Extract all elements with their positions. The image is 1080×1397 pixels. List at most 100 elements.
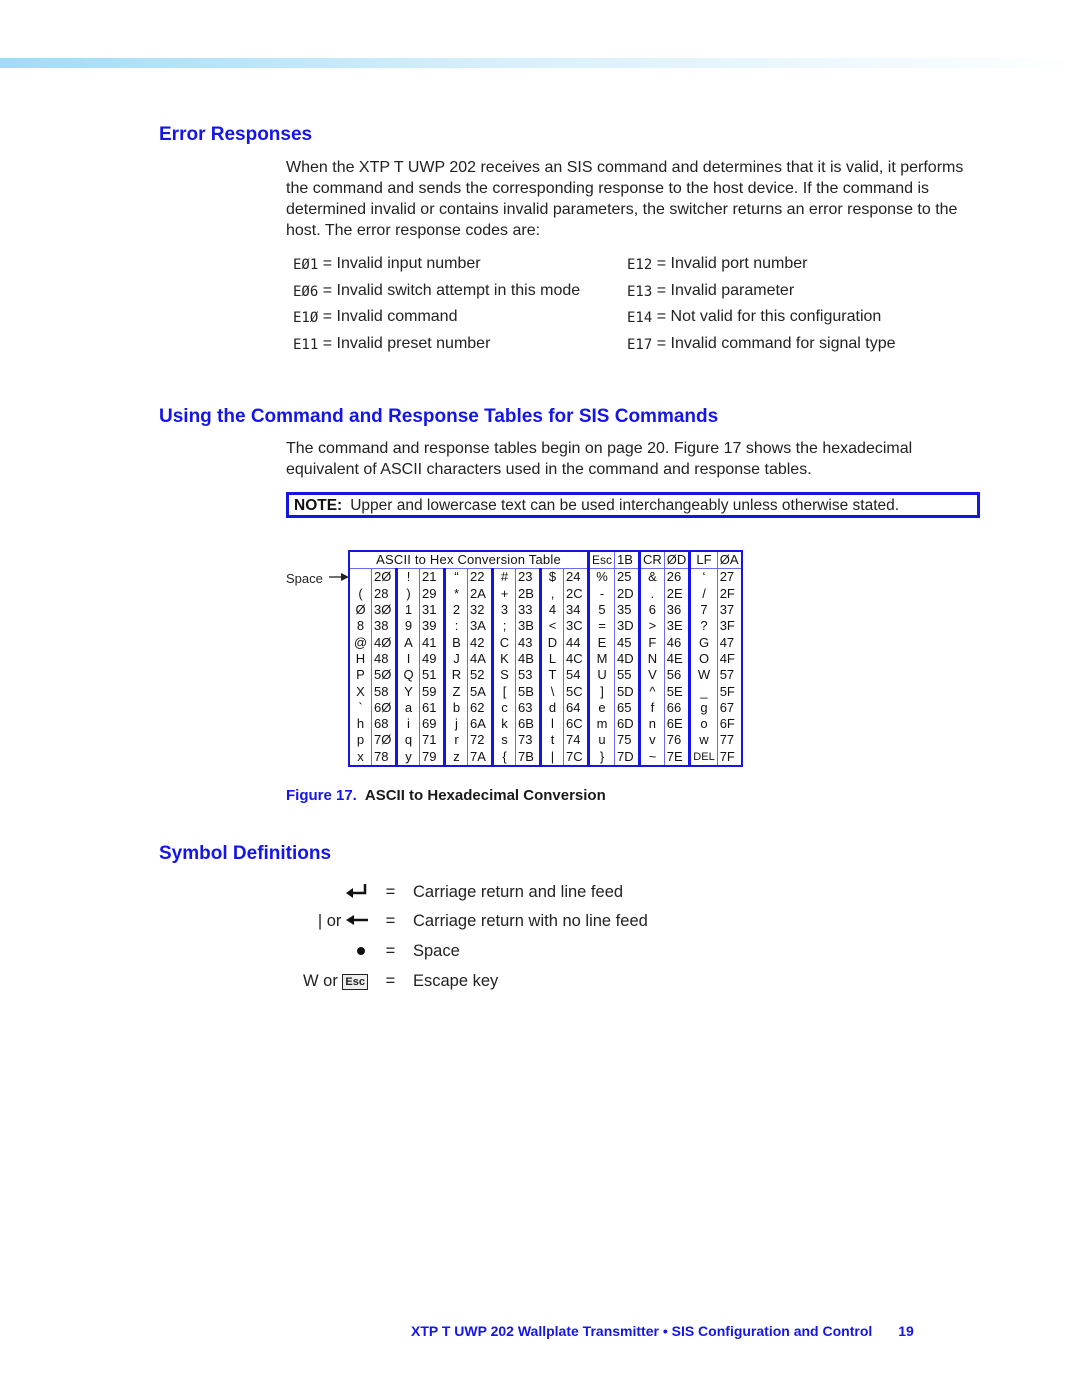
ascii-char-cell: k [491,715,516,733]
note-text: Upper and lowercase text can be used int… [350,497,900,514]
error-code: E17 [627,337,653,354]
ascii-char-cell: N [638,650,665,668]
error-code: E1Ø [293,310,319,327]
hex-value-cell: 2C [563,585,589,602]
ascii-char-cell: s [491,732,516,749]
ascii-char-cell: ~ [638,748,665,766]
ascii-char-cell: m [586,715,615,733]
hex-value-cell: 3C [563,618,589,635]
ascii-char-cell: ` [358,699,363,715]
ascii-char-cell: h [356,716,365,732]
hex-value-cell: 43 [515,634,541,651]
hex-value-cell: 7A [467,748,493,766]
hex-value-cell: 56 [663,667,690,684]
ascii-char-cell: CR [638,551,665,570]
symbol-desc: Carriage return with no line feed [413,912,648,930]
ascii-char-cell: ) [395,585,420,602]
ascii-table-title: ASCII to Hex Conversion Table [349,551,590,570]
hex-value-cell: 6C [563,715,589,733]
ascii-char-cell: \ [539,683,564,700]
hex-value-cell: 7Ø [371,732,397,749]
ascii-char-cell: 3 [491,601,516,619]
hex-value-cell: 6D [614,715,640,733]
ascii-char-cell: d [539,699,564,716]
error-code-row: EØ1 = Invalid input number E12 = Invalid … [293,255,973,282]
hex-value-cell: 5D [614,683,640,700]
error-code-item: EØ1 = Invalid input number [293,255,627,282]
ascii-char-cell: D [539,634,564,651]
ascii-char-cell: i [395,715,420,733]
error-responses-intro: When the XTP T UWP 202 receives an SIS c… [286,159,964,239]
hex-value-cell: 37 [716,601,742,619]
hex-value-cell: ØD [663,551,690,570]
ascii-char-cell: B [443,634,468,651]
ascii-char-cell: / [688,585,718,602]
hex-value-cell: 62 [467,699,493,716]
error-code: EØ1 [293,257,319,273]
hex-value-cell: 78 [371,748,397,766]
note-box: NOTE: Upper and lowercase text can be use… [286,492,980,518]
space-dot-icon [280,942,368,971]
hex-value-cell: 41 [419,634,445,651]
error-description: = Invalid preset number [318,335,491,353]
hex-value-cell: 35 [614,601,640,619]
hex-value-cell: 2B [515,585,541,602]
hex-value-cell: 4D [614,650,640,668]
hex-value-cell: 47 [716,634,742,651]
ascii-char-cell: , [539,585,564,602]
ascii-char-cell: $ [539,568,564,586]
error-code: E12 [627,257,653,273]
ascii-char-cell: @ [353,634,368,650]
ascii-table-row: Ø 3Ø 1 31 2 32 3 33 4 34 5 35 6 36 7 37 [349,601,742,619]
ascii-char-cell: : [443,618,468,635]
ascii-table-row: 8 38 9 39:3A; 3B <3C = 3D >3E? 3F [349,618,742,635]
hex-value-cell: 4F [716,650,742,668]
ascii-char-cell: g [688,699,718,716]
ascii-char-cell: # [491,568,516,586]
hex-value-cell: 36 [663,601,690,619]
ascii-char-cell: Esc [586,551,615,570]
hex-value-cell: 49 [419,650,445,668]
ascii-char-cell: w [688,732,718,749]
equals-sign: = [385,972,396,990]
ascii-char-cell: z [443,748,468,766]
hex-value-cell: 4C [563,650,589,668]
hex-value-cell: 7D [614,748,640,766]
ascii-char-cell: c [491,699,516,716]
hex-value-cell: 74 [563,732,589,749]
hex-value-cell: 71 [419,732,445,749]
symbol-desc: Space [413,942,460,960]
error-code-row: E11 = Invalid preset number E17 = Invalid… [293,335,973,362]
ascii-char-cell: > [638,618,665,635]
ascii-char-cell: ^ [638,683,665,700]
error-description: = Not valid for this configuration [652,308,882,326]
hex-value-cell: 42 [467,634,493,651]
hex-value-cell: 28 [371,585,397,602]
ascii-table-row: h 68 i 69 j 6A k 6B l 6C m 6D n 6E o 6F [349,715,742,733]
ascii-char-cell: U [586,667,615,684]
command-tables-intro: The command and response tables begin on… [286,440,913,478]
ascii-char-cell: I [395,650,420,668]
error-description: = Invalid parameter [652,281,795,299]
figure-title: ASCII to Hexadecimal Conversion [364,787,606,804]
hex-value-cell: 4A [467,650,493,668]
ascii-char-cell: { [491,748,516,766]
ascii-table-row: ` 6Ø a 61 b 62 c 63 d 64 e 65 f 66 g 67 [349,699,742,716]
space-callout-label: Space [286,571,323,586]
page-number: 19 [898,1323,914,1339]
ascii-char-cell: 9 [395,618,420,635]
ascii-char-cell: Y [395,683,420,700]
hex-value-cell: 61 [419,699,445,716]
hex-value-cell: 51 [419,667,445,684]
error-description: = Invalid switch attempt in this mode [318,281,581,299]
ascii-char-cell: _ [688,683,718,700]
hex-value-cell: 4E [663,650,690,668]
hex-value-cell: 66 [663,699,690,716]
hex-value-cell: 31 [419,601,445,619]
ascii-char-cell: | [539,748,564,766]
hex-value-cell: 29 [419,585,445,602]
ascii-char-cell: t [539,732,564,749]
hex-value-cell: 3E [663,618,690,635]
ascii-char-cell: % [586,568,615,586]
ascii-char-cell: . [638,585,665,602]
